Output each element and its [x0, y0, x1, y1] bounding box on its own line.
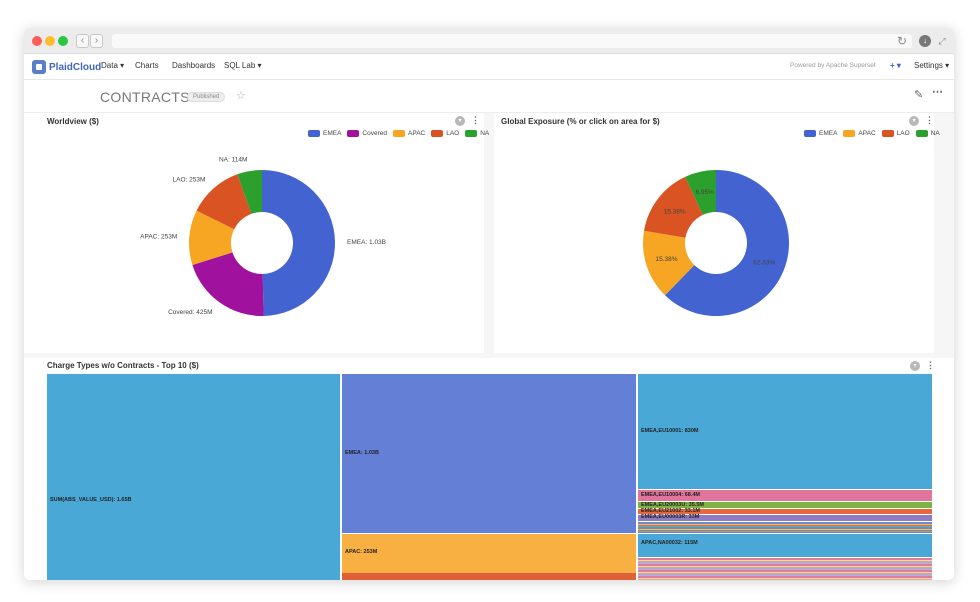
status-badge[interactable]: Published — [187, 92, 226, 102]
treemap-emea-small-cells[interactable] — [638, 522, 932, 533]
worldview-label-emea: EMEA: 1.03B — [347, 239, 386, 246]
nav-data-menu[interactable]: Data ▾ — [101, 61, 124, 70]
add-new-menu[interactable]: + ▾ — [890, 61, 901, 70]
exposure-label-apac: 15.38% — [656, 256, 678, 263]
panel-menu-icon[interactable]: ⋮ — [926, 360, 935, 371]
dashboard-title: CONTRACTS — [100, 89, 190, 105]
treemap-na00032-label: APAC,NA00032: 115M — [641, 540, 698, 546]
plaidcloud-logo[interactable]: PlaidCloud — [32, 59, 101, 75]
close-window-button[interactable] — [32, 36, 42, 46]
worldview-panel: Worldview ($) ▾ ⋮ EMEA Covered APAC LAO … — [24, 113, 489, 353]
browser-chrome: ‹ › ↻ ↓ ⤢ — [24, 28, 954, 54]
edit-dashboard-icon[interactable]: ✎ — [914, 88, 923, 101]
favorite-star-icon[interactable]: ☆ — [236, 89, 246, 102]
app-navbar: PlaidCloud Data ▾ Charts Dashboards SQL … — [24, 54, 954, 80]
treemap-chart[interactable]: SUM(ABS_VALUE_USD): 1.65B EMEA: 1.03B AP… — [47, 374, 932, 580]
treemap-eu10001-cell[interactable]: EMEA,EU10001: 830M — [638, 374, 932, 489]
exposure-panel: Global Exposure (% or click on area for … — [494, 113, 940, 353]
more-options-icon[interactable]: ⋯ — [932, 85, 943, 98]
treemap-eu00003r-cell[interactable]: EMEA,EU00003R: 33M — [638, 514, 932, 521]
back-icon[interactable]: ‹ — [76, 34, 89, 48]
download-icon[interactable]: ↓ — [919, 35, 931, 47]
exposure-label-emea: 62.33% — [753, 260, 775, 267]
worldview-label-apac: APAC: 253M — [140, 234, 177, 241]
maximize-window-button[interactable] — [58, 36, 68, 46]
treemap-eu00003r-label: EMEA,EU00003R: 33M — [641, 514, 700, 520]
treemap-emea-cell[interactable]: EMEA: 1.03B — [342, 374, 637, 533]
nav-dashboards[interactable]: Dashboards — [172, 61, 215, 70]
logo-icon — [32, 60, 46, 74]
forward-icon[interactable]: › — [90, 34, 103, 48]
treemap-root-label: SUM(ABS_VALUE_USD): 1.65B — [50, 497, 132, 503]
treemap-emea-label: EMEA: 1.03B — [345, 450, 379, 456]
exposure-label-na: 6.95% — [696, 189, 715, 196]
worldview-label-na: NA: 114M — [219, 156, 247, 163]
treemap-panel: Charge Types w/o Contracts - Top 10 ($) … — [24, 358, 954, 580]
logo-text: PlaidCloud — [49, 61, 102, 73]
treemap-apac-small-cells[interactable] — [638, 558, 932, 580]
filter-icon[interactable]: ▾ — [910, 361, 920, 371]
powered-by-text: Powered by Apache Superset — [790, 62, 876, 69]
settings-menu[interactable]: Settings ▾ — [914, 61, 949, 70]
fullscreen-icon[interactable]: ⤢ — [934, 33, 950, 49]
treemap-root-cell[interactable]: SUM(ABS_VALUE_USD): 1.65B — [47, 374, 341, 580]
address-bar[interactable] — [112, 34, 912, 48]
exposure-label-lao: 15.38% — [664, 208, 686, 215]
minimize-window-button[interactable] — [45, 36, 55, 46]
treemap-apac-cell[interactable]: APAC: 253M — [342, 533, 637, 573]
dashboard-header: CONTRACTS Published ☆ ✎ ⋯ — [24, 80, 954, 113]
worldview-slice-covered[interactable] — [192, 252, 264, 316]
treemap-apac-label: APAC: 253M — [345, 549, 378, 555]
treemap-eu10001-label: EMEA,EU10001: 830M — [641, 428, 699, 434]
treemap-title: Charge Types w/o Contracts - Top 10 ($) — [47, 361, 199, 370]
nav-sql-lab-menu[interactable]: SQL Lab ▾ — [224, 61, 262, 70]
browser-window: ‹ › ↻ ↓ ⤢ PlaidCloud Data ▾ Charts Dashb… — [24, 28, 954, 580]
worldview-label-covered: Covered: 425M — [168, 309, 212, 316]
worldview-label-lao: LAO: 253M — [173, 177, 206, 184]
worldview-donut-chart[interactable]: EMEA: 1.03B Covered: 425M APAC: 253M LAO: 2… — [24, 113, 484, 353]
worldview-slice-emea[interactable] — [262, 170, 335, 316]
exposure-donut-chart[interactable]: 62.33% 15.38% 15.38% 6.95% — [494, 113, 934, 353]
treemap-eu10004-label: EMEA,EU10004: 68.4M — [641, 492, 700, 498]
treemap-lao-cell[interactable] — [342, 573, 637, 580]
reload-icon[interactable]: ↻ — [894, 33, 910, 49]
treemap-na00032-cell[interactable]: APAC,NA00032: 115M — [638, 534, 932, 557]
treemap-eu10004-cell[interactable]: EMEA,EU10004: 68.4M — [638, 490, 932, 501]
nav-charts[interactable]: Charts — [135, 61, 159, 70]
